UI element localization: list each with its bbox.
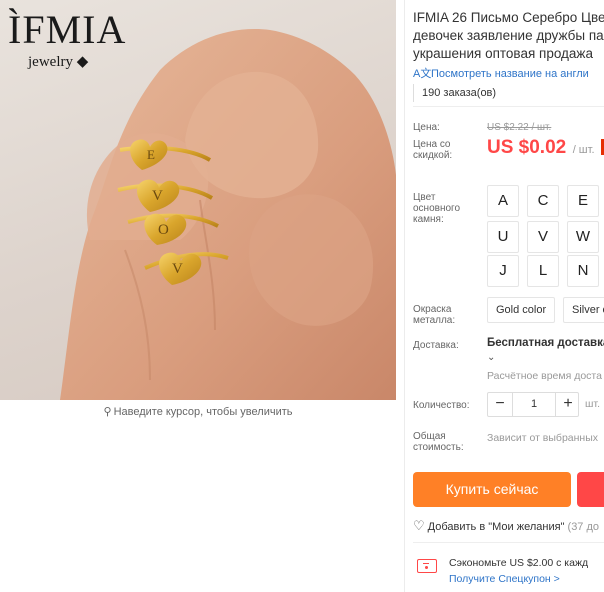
product-gallery: E V O V ÌFMIA jewelry ◆ ⚲ Наведите курсор… bbox=[0, 0, 396, 430]
magnifier-icon: ⚲ bbox=[103, 406, 112, 418]
total-value: Зависит от выбранных bbox=[487, 432, 599, 444]
shipping-estimate: Расчётное время доста bbox=[487, 370, 602, 382]
option-letter-u[interactable]: U bbox=[487, 221, 519, 253]
quantity-input[interactable]: 1 bbox=[512, 393, 556, 416]
price-label: Цена: bbox=[413, 122, 440, 133]
svg-text:E: E bbox=[147, 147, 155, 162]
metal-color-label: Окраска металла: bbox=[413, 304, 456, 326]
svg-text:V: V bbox=[152, 188, 163, 204]
product-title: IFMIA 26 Письмо Серебро Цвет девочек зая… bbox=[413, 9, 604, 63]
brand-name: ÌFMIA bbox=[8, 7, 127, 52]
quantity-unit: шт. bbox=[585, 398, 600, 410]
option-letter-w[interactable]: W bbox=[567, 221, 599, 253]
add-to-cart-button[interactable] bbox=[577, 472, 604, 507]
quantity-stepper: − 1 + bbox=[487, 392, 579, 417]
brand-logo: ÌFMIA jewelry ◆ bbox=[8, 10, 126, 71]
option-letter-n[interactable]: N bbox=[567, 255, 599, 287]
quantity-label: Количество: bbox=[413, 400, 470, 411]
divider bbox=[413, 542, 604, 543]
translate-title-link[interactable]: A文Посмотреть название на англи bbox=[413, 65, 589, 81]
shipping-label: Доставка: bbox=[413, 340, 459, 351]
option-letter-j[interactable]: J bbox=[487, 255, 519, 287]
discount-price-value: US $0.02 bbox=[487, 137, 567, 158]
option-letter-e[interactable]: E bbox=[567, 185, 599, 217]
option-letter-v[interactable]: V bbox=[527, 221, 559, 253]
brand-tagline: jewelry ◆ bbox=[28, 54, 89, 70]
buy-now-button[interactable]: Купить сейчас bbox=[413, 472, 571, 507]
wishlist-count: (37 до bbox=[567, 521, 600, 533]
quantity-decrease-button[interactable]: − bbox=[488, 393, 512, 416]
title-line: IFMIA 26 Письмо Серебро Цвет bbox=[413, 10, 604, 25]
total-label: Общая стоимость: bbox=[413, 431, 464, 453]
discount-price: US $0.02 / шт. bbox=[487, 137, 604, 159]
add-to-wishlist-link[interactable]: ♡ Добавить в "Мои желания" (37 до bbox=[413, 518, 599, 534]
original-price: US $2.22 / шт. bbox=[487, 122, 552, 133]
translate-icon: A文 bbox=[413, 68, 432, 80]
option-letter-a[interactable]: A bbox=[487, 185, 519, 217]
quantity-increase-button[interactable]: + bbox=[556, 393, 580, 416]
product-info-panel: IFMIA 26 Письмо Серебро Цвет девочек зая… bbox=[404, 0, 604, 592]
option-silver-color[interactable]: Silver c bbox=[563, 297, 604, 323]
coupon-text: Сэкономьте US $2.00 с кажд bbox=[449, 557, 589, 569]
shipping-method[interactable]: Бесплатная доставка bbox=[487, 337, 604, 349]
option-letter-c[interactable]: C bbox=[527, 185, 559, 217]
option-letter-l[interactable]: L bbox=[527, 255, 559, 287]
discount-price-label: Цена со скидкой: bbox=[413, 139, 453, 161]
svg-text:V: V bbox=[172, 261, 183, 277]
price-unit: / шт. bbox=[572, 144, 595, 156]
diamond-icon: ◆ bbox=[76, 54, 89, 70]
title-line: украшения оптовая продажа bbox=[413, 46, 593, 61]
coupon-icon bbox=[417, 559, 437, 573]
shipping-dropdown-icon[interactable]: ⌄ bbox=[487, 352, 495, 363]
heart-icon: ♡ bbox=[413, 518, 425, 533]
orders-count: 190 заказа(ов) bbox=[413, 84, 496, 102]
stone-color-label: Цвет основного камня: bbox=[413, 192, 461, 225]
zoom-hint: ⚲ Наведите курсор, чтобы увеличить bbox=[103, 406, 293, 418]
product-photo[interactable]: E V O V ÌFMIA jewelry ◆ bbox=[0, 0, 396, 400]
svg-text:O: O bbox=[158, 222, 169, 238]
get-coupon-link[interactable]: Получите Спецкупон > bbox=[449, 573, 560, 585]
title-line: девочек заявление дружбы па... bbox=[413, 28, 604, 43]
option-gold-color[interactable]: Gold color bbox=[487, 297, 556, 323]
divider bbox=[413, 106, 604, 107]
